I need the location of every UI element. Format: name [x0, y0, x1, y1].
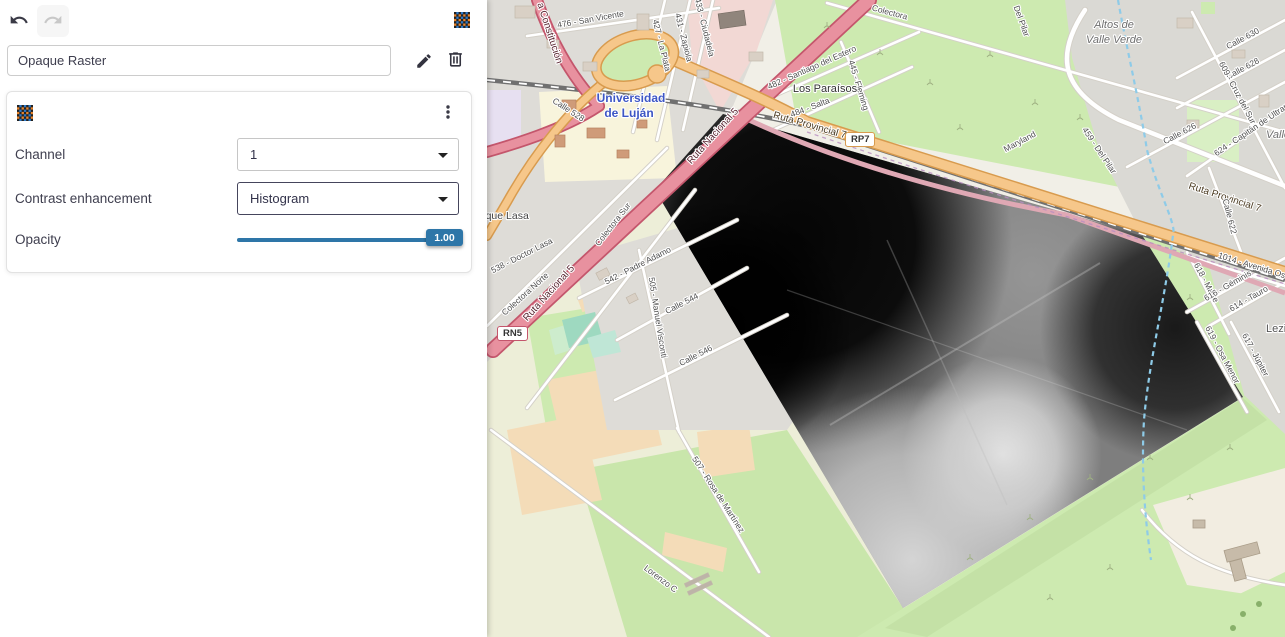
layer-name-input[interactable] [7, 45, 391, 76]
opacity-slider-thumb[interactable]: 1.00 [426, 229, 463, 246]
pencil-icon [415, 52, 433, 73]
raster-editor-app: Channel 1 Contrast enhancement Histogram… [0, 0, 1285, 637]
map-label: Los Paraísos [793, 83, 858, 95]
trash-icon [446, 50, 465, 72]
map-label: Altos de [1093, 19, 1134, 31]
raster-checkerboard-icon[interactable] [454, 12, 470, 28]
undo-icon [9, 10, 29, 33]
contrast-select[interactable]: Histogram [237, 182, 459, 215]
redo-icon [43, 10, 63, 33]
map-label: Universidad [597, 91, 666, 105]
map-label: de Luján [604, 106, 653, 120]
map-label: Valle [1266, 129, 1285, 141]
opacity-slider[interactable]: 1.00 [237, 238, 461, 242]
delete-button[interactable] [442, 48, 468, 74]
card-menu-button[interactable] [435, 100, 461, 126]
kebab-menu-icon [440, 104, 456, 123]
contrast-value: Histogram [250, 191, 309, 206]
route-badge-rp7: RP7 [845, 132, 875, 147]
raster-style-card: Channel 1 Contrast enhancement Histogram… [6, 91, 472, 273]
layer-settings-panel: Channel 1 Contrast enhancement Histogram… [0, 0, 487, 637]
redo-button[interactable] [37, 5, 69, 37]
raster-layer-icon [17, 105, 33, 121]
channel-label: Channel [15, 147, 65, 162]
contrast-label: Contrast enhancement [15, 191, 152, 206]
map-label: Parque Lasa [487, 210, 529, 222]
map-viewport[interactable]: a Constitución476 - San Vicente427 - La … [487, 0, 1285, 637]
map-label: Valle Verde [1086, 34, 1142, 46]
edit-button[interactable] [412, 50, 436, 74]
channel-value: 1 [250, 147, 257, 162]
opacity-label: Opacity [15, 232, 61, 247]
map-label: Lezica [1266, 323, 1285, 335]
channel-select[interactable]: 1 [237, 138, 459, 171]
route-badge-rn5: RN5 [497, 326, 528, 341]
chevron-down-icon [438, 153, 448, 158]
undo-button[interactable] [4, 6, 34, 36]
chevron-down-icon [438, 197, 448, 202]
map-canvas[interactable]: a Constitución476 - San Vicente427 - La … [487, 0, 1285, 637]
